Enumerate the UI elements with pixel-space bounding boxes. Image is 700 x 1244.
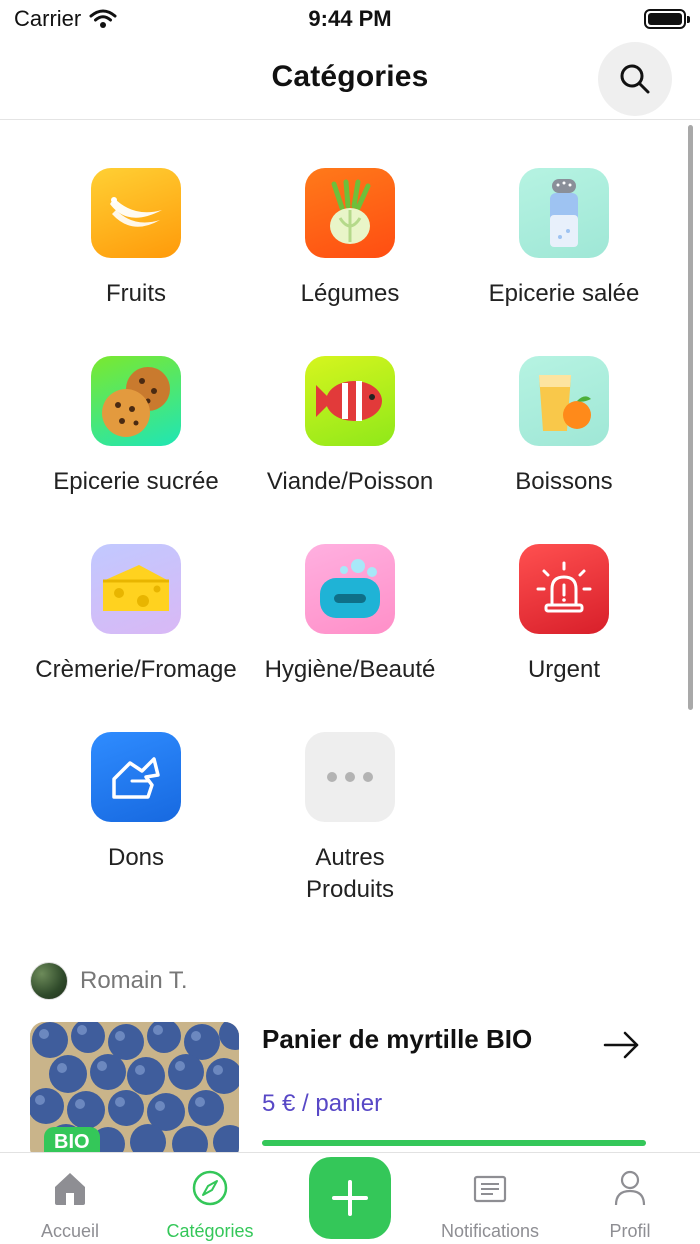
status-bar: Carrier 9:44 PM [0,0,700,40]
category-fruits[interactable]: Fruits [26,168,246,310]
post-author[interactable]: Romain T. [30,962,188,1000]
tab-notifications[interactable]: Notifications [420,1153,560,1244]
category-boissons[interactable]: Boissons [454,356,674,498]
banana-icon [91,168,181,258]
category-autres-produits[interactable]: Autres Produits [240,732,460,906]
category-label: Hygiène/Beauté [264,656,436,683]
page-title: Catégories [271,60,429,93]
tab-label: Catégories [166,1221,254,1241]
category-epicerie-sucree[interactable]: Epicerie sucrée [26,356,246,498]
user-icon [614,1170,646,1206]
search-icon [620,64,650,94]
category-label: Légumes [300,280,400,307]
status-time: 9:44 PM [308,6,392,31]
category-label: Crèmerie/Fromage [35,656,237,683]
search-button[interactable] [598,42,672,116]
category-dons[interactable]: Dons [26,732,246,874]
category-label: Dons [107,844,165,871]
tab-profil[interactable]: Profil [560,1153,700,1244]
post-image[interactable]: BIO [30,1022,239,1162]
category-label: Epicerie salée [488,280,640,307]
fennel-icon [305,168,395,258]
home-icon [55,1173,85,1205]
scrollbar[interactable] [688,125,693,710]
category-label: Fruits [106,280,166,307]
post-title[interactable]: Panier de myrtille BIO [262,1024,532,1055]
newspaper-icon [473,1175,507,1203]
tab-bar: Accueil Catégories Notifications Profil [0,1152,700,1244]
battery-icon [644,9,690,29]
avatar[interactable] [30,962,68,1000]
category-hygiene-beaute[interactable]: Hygiène/Beauté [240,544,460,686]
alarm-icon [519,544,609,634]
category-label: Urgent [527,656,601,683]
post-price: 5 € / panier [262,1090,383,1117]
category-label: Viande/Poisson [266,468,434,495]
category-epicerie-salee[interactable]: Epicerie salée [454,168,674,310]
fish-icon [305,356,395,446]
donation-hand-icon [91,732,181,822]
tab-categories[interactable]: Catégories [140,1153,280,1244]
cookie-icon [91,356,181,446]
category-viande-poisson[interactable]: Viande/Poisson [240,356,460,498]
header: Catégories [0,40,700,120]
juice-icon [519,356,609,446]
compass-icon [192,1170,228,1206]
category-label: Boissons [515,468,613,495]
tab-accueil[interactable]: Accueil [0,1153,140,1244]
category-legumes[interactable]: Légumes [240,168,460,310]
soap-icon [305,544,395,634]
category-urgent[interactable]: Urgent [454,544,674,686]
salt-shaker-icon [519,168,609,258]
progress-bar [262,1140,646,1146]
arrow-right-icon[interactable] [603,1028,641,1062]
cheese-icon [91,544,181,634]
plus-icon [332,1180,368,1216]
progress-fill [262,1140,646,1146]
category-label: Autres Produits [305,844,395,903]
tab-label: Profil [609,1221,651,1241]
tab-label: Notifications [440,1221,540,1241]
author-name: Romain T. [80,967,188,994]
add-button[interactable] [309,1157,391,1239]
more-icon [305,732,395,822]
category-label: Epicerie sucrée [53,468,219,495]
tab-label: Accueil [40,1221,100,1241]
category-cremerie-fromage[interactable]: Crèmerie/Fromage [26,544,246,686]
